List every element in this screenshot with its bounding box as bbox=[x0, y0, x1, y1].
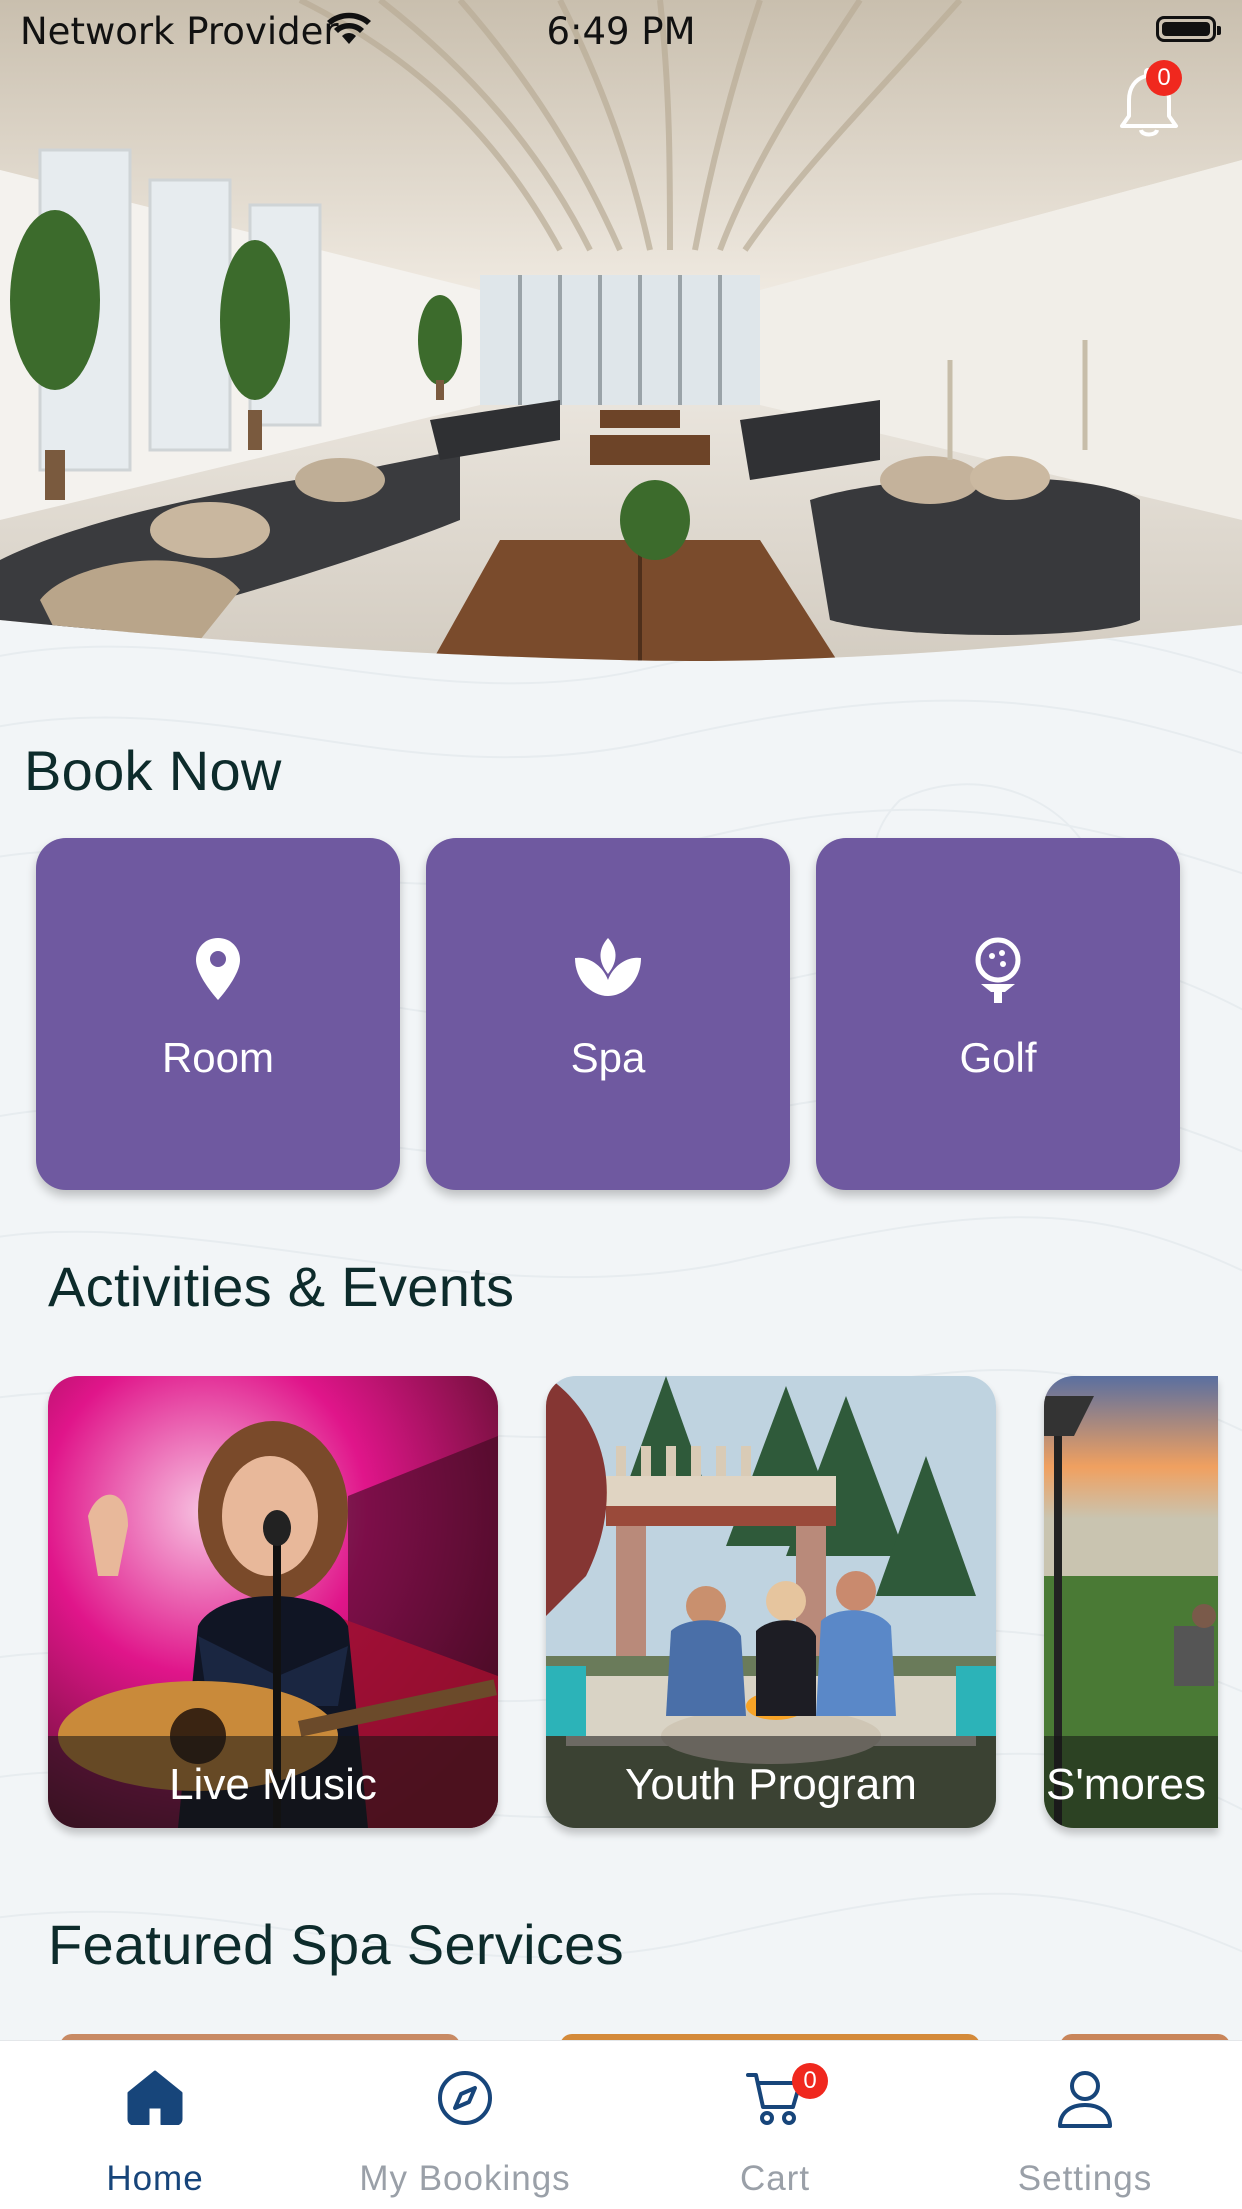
tab-cart[interactable]: 0 Cart bbox=[620, 2041, 930, 2209]
person-icon bbox=[1058, 2071, 1112, 2128]
tab-settings-label: Settings bbox=[1017, 2159, 1153, 2198]
book-golf-button[interactable]: Golf bbox=[816, 838, 1180, 1190]
tab-cart-label: Cart bbox=[739, 2159, 811, 2198]
golf-ball-tee-icon bbox=[975, 937, 1021, 1003]
tab-settings[interactable]: Settings bbox=[930, 2041, 1240, 2209]
home-icon bbox=[127, 2070, 183, 2125]
event-card-youth-program[interactable]: Youth Program bbox=[546, 1376, 996, 1828]
status-bar: Network Provider 6:49 PM bbox=[0, 0, 1242, 62]
notification-badge: 0 bbox=[1146, 60, 1182, 96]
clock-label: 6:49 PM bbox=[546, 10, 696, 53]
event-card-live-music[interactable]: Live Music bbox=[48, 1376, 498, 1828]
event-label-smores: S'mores bbox=[1046, 1760, 1206, 1809]
event-label-live-music: Live Music bbox=[169, 1760, 377, 1809]
notifications-button[interactable]: 0 bbox=[1116, 60, 1182, 137]
book-spa-button[interactable]: Spa bbox=[426, 838, 790, 1190]
book-golf-label: Golf bbox=[959, 1034, 1037, 1081]
tab-my-bookings-label: My Bookings bbox=[359, 2159, 571, 2198]
compass-icon bbox=[438, 2071, 492, 2125]
hero-lobby-image bbox=[0, 0, 1242, 665]
bottom-tab-bar: Home My Bookings 0 Cart Settings bbox=[0, 2040, 1242, 2209]
featured-spa-title: Featured Spa Services bbox=[48, 1913, 624, 1976]
event-label-youth-program: Youth Program bbox=[625, 1760, 917, 1809]
book-room-label: Room bbox=[161, 1034, 275, 1081]
activities-title: Activities & Events bbox=[48, 1255, 515, 1318]
location-pin-icon bbox=[196, 938, 240, 1000]
battery-icon bbox=[1156, 16, 1221, 42]
book-room-button[interactable]: Room bbox=[36, 838, 400, 1190]
tab-home-label: Home bbox=[106, 2159, 204, 2198]
cart-badge: 0 bbox=[792, 2063, 828, 2099]
event-card-smores[interactable]: S'mores bbox=[1044, 1376, 1218, 1828]
book-now-title: Book Now bbox=[24, 739, 282, 802]
tab-home[interactable]: Home bbox=[0, 2041, 310, 2209]
book-spa-label: Spa bbox=[570, 1034, 646, 1081]
tab-my-bookings[interactable]: My Bookings bbox=[310, 2041, 620, 2209]
lotus-icon bbox=[575, 938, 641, 996]
